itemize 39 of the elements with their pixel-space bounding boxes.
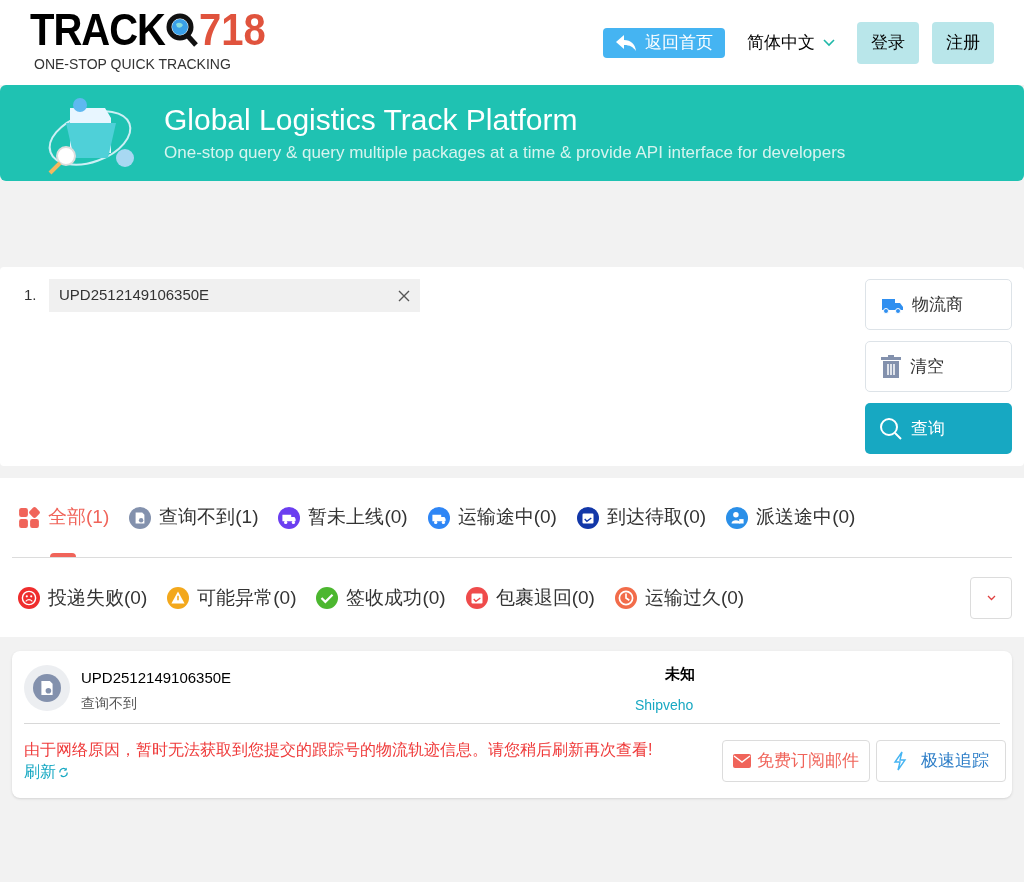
status-tab[interactable]: 运输途中(0) [427, 478, 557, 557]
logo-number: 718 [199, 8, 266, 52]
status-tab[interactable]: 派送途中(0) [726, 478, 856, 557]
status-tab[interactable]: 可能异常(0) [167, 558, 297, 638]
clear-button[interactable]: 清空 [865, 341, 1012, 392]
banner-title: Global Logistics Track Platform [164, 101, 579, 138]
status-tab[interactable]: 投递失败(0) [18, 558, 148, 638]
envelope-icon [733, 754, 751, 768]
status-tab[interactable]: 签收成功(0) [316, 558, 446, 638]
refresh-icon [58, 766, 69, 778]
lightning-icon [893, 751, 907, 771]
carrier-button[interactable]: 物流商 [865, 279, 1012, 330]
trash-icon [880, 354, 902, 379]
language-selector[interactable]: 简体中文 [747, 29, 835, 56]
register-button[interactable]: 注册 [932, 21, 994, 64]
back-arrow-icon [615, 33, 637, 52]
status-tab[interactable]: 到达待取(0) [576, 478, 707, 557]
logo-text: TRACK [30, 8, 165, 52]
tracking-number: UPD2512149106350E [81, 668, 232, 688]
login-button[interactable]: 登录 [857, 21, 919, 64]
line-number: 1. [24, 285, 38, 306]
chevron-down-icon [823, 38, 835, 47]
status-tab[interactable]: 查询不到(1) [129, 478, 259, 557]
search-icon [879, 416, 903, 441]
document-search-icon [33, 674, 61, 702]
fast-track-button[interactable]: 极速追踪 [876, 740, 1006, 782]
error-message: 由于网络原因，暂时无法获取到您提交的跟踪号的物流轨迹信息。请您稍后刷新再次查看! 刷新 [24, 738, 654, 784]
chevron-down-icon [986, 595, 996, 601]
close-icon [398, 289, 410, 302]
expand-button[interactable] [970, 577, 1012, 619]
globe-magnifier-icon [165, 12, 199, 48]
destination-text: 未知 [665, 664, 696, 684]
logo-tagline: ONE-STOP QUICK TRACKING [34, 55, 232, 74]
status-tab[interactable]: 运输过久(0) [614, 558, 745, 638]
banner-subtitle: One-stop query & query multiple packages at a time & provide API interface for developers [164, 142, 846, 164]
status-tab[interactable]: 包裹退回(0) [465, 558, 595, 638]
tracking-number-field[interactable]: UPD2512149106350E [49, 279, 420, 312]
status-tab[interactable]: 暂未上线(0) [278, 478, 408, 557]
status-text: 查询不到 [81, 693, 138, 713]
